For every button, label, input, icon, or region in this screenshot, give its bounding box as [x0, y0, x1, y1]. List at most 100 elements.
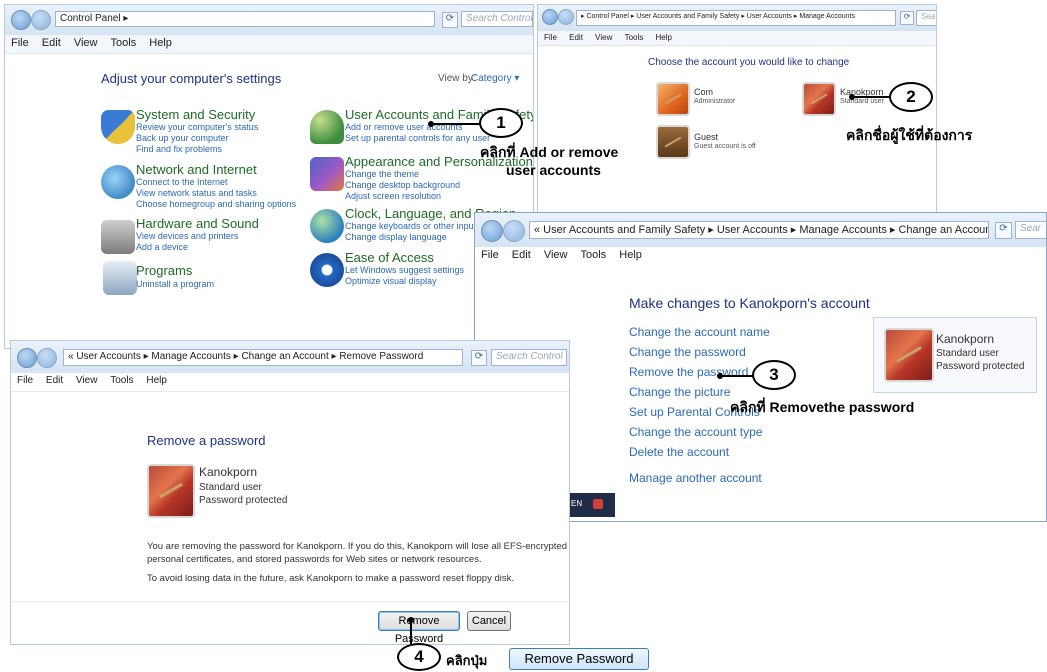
breadcrumb[interactable]: « User Accounts ▸ Manage Accounts ▸ Chan…: [63, 349, 463, 366]
search-input[interactable]: Sea: [916, 10, 936, 26]
link-backup[interactable]: Back up your computer: [136, 133, 229, 143]
address-bar: « User Accounts ▸ Manage Accounts ▸ Chan…: [11, 341, 569, 374]
refresh-icon[interactable]: ⟳: [442, 12, 458, 28]
cancel-button[interactable]: Cancel: [467, 611, 511, 631]
appearance-icon: [310, 157, 344, 191]
link-network-status[interactable]: View network status and tasks: [136, 188, 257, 198]
account-picture: [884, 328, 934, 382]
globe-clock-icon: [310, 209, 344, 243]
users-icon: [310, 110, 344, 144]
link-change-password[interactable]: Change the password: [629, 345, 746, 359]
link-visual-display[interactable]: Optimize visual display: [345, 276, 437, 286]
menu-edit[interactable]: Edit: [42, 37, 61, 49]
link-account-type[interactable]: Change the account type: [629, 425, 762, 439]
menu-tools[interactable]: Tools: [111, 37, 137, 49]
category-programs[interactable]: Programs: [136, 263, 192, 278]
breadcrumb[interactable]: Control Panel ▸: [55, 11, 435, 27]
search-input[interactable]: Search Control Panel: [491, 349, 567, 366]
category-ease-of-access[interactable]: Ease of Access: [345, 250, 434, 265]
page-title: Remove a password: [147, 433, 266, 448]
account-picture: [147, 464, 195, 518]
menu-view[interactable]: View: [544, 249, 568, 261]
menu-help[interactable]: Help: [619, 249, 642, 261]
link-change-picture[interactable]: Change the picture: [629, 385, 730, 399]
breadcrumb[interactable]: ▸ Control Panel ▸ User Accounts and Fami…: [576, 10, 896, 26]
page-title: Make changes to Kanokporn's account: [629, 295, 870, 311]
account-type: Guest account is off: [694, 143, 756, 150]
shield-icon: [101, 110, 135, 144]
language-indicator[interactable]: EN: [571, 499, 582, 508]
search-input[interactable]: Sear: [1015, 221, 1046, 239]
button-separator: [11, 601, 569, 602]
forward-button[interactable]: [37, 348, 57, 368]
link-delete-account[interactable]: Delete the account: [629, 445, 729, 459]
refresh-icon[interactable]: ⟳: [900, 11, 914, 25]
menu-tools[interactable]: Tools: [581, 249, 607, 261]
menu-help[interactable]: Help: [656, 33, 672, 42]
menu-file[interactable]: File: [11, 37, 29, 49]
link-manage-another[interactable]: Manage another account: [629, 471, 762, 485]
refresh-icon[interactable]: ⟳: [995, 222, 1012, 239]
link-resolution[interactable]: Adjust screen resolution: [345, 191, 441, 201]
back-button[interactable]: [17, 348, 37, 368]
warning-text-line3: To avoid losing data in the future, ask …: [147, 573, 515, 584]
ease-of-access-icon: [310, 253, 344, 287]
menu-tools[interactable]: Tools: [625, 33, 644, 42]
menu-help[interactable]: Help: [146, 375, 167, 386]
menu-bar: File Edit View Tools Help: [11, 373, 569, 392]
account-type: Standard user: [199, 482, 262, 493]
forward-button[interactable]: [503, 220, 525, 242]
address-bar: « User Accounts and Family Safety ▸ User…: [475, 213, 1046, 248]
forward-button[interactable]: [31, 10, 51, 30]
callout-2: 2: [889, 82, 933, 112]
callout-4-pointer: [410, 620, 412, 644]
link-suggest-settings[interactable]: Let Windows suggest settings: [345, 265, 464, 275]
menu-file[interactable]: File: [481, 249, 499, 261]
callout-4: 4: [397, 643, 441, 671]
menu-help[interactable]: Help: [149, 37, 172, 49]
link-homegroup[interactable]: Choose homegroup and sharing options: [136, 199, 296, 209]
link-devices[interactable]: View devices and printers: [136, 231, 238, 241]
account-type: Standard user: [840, 98, 884, 105]
link-change-name[interactable]: Change the account name: [629, 325, 770, 339]
printer-icon: [101, 220, 135, 254]
back-button[interactable]: [11, 10, 31, 30]
search-input[interactable]: Search Control Panel: [461, 11, 533, 27]
menu-view[interactable]: View: [76, 375, 98, 386]
viewby-dropdown[interactable]: Category ▾: [471, 73, 519, 84]
category-system-security[interactable]: System and Security: [136, 107, 255, 122]
category-network[interactable]: Network and Internet: [136, 162, 257, 177]
account-name: Com: [694, 87, 714, 97]
remove-password-window: « User Accounts ▸ Manage Accounts ▸ Chan…: [10, 340, 570, 645]
category-hardware[interactable]: Hardware and Sound: [136, 216, 259, 231]
link-uninstall[interactable]: Uninstall a program: [136, 279, 214, 289]
callout-3: 3: [752, 360, 796, 390]
menu-file[interactable]: File: [17, 375, 33, 386]
breadcrumb[interactable]: « User Accounts and Family Safety ▸ User…: [529, 221, 989, 239]
link-display-language[interactable]: Change display language: [345, 232, 447, 242]
menu-file[interactable]: File: [544, 33, 557, 42]
account-name: Kanokporn: [199, 465, 258, 479]
link-change-theme[interactable]: Change the theme: [345, 169, 419, 179]
link-desktop-bg[interactable]: Change desktop background: [345, 180, 460, 190]
menu-view[interactable]: View: [595, 33, 612, 42]
forward-button[interactable]: [558, 9, 574, 25]
link-connect[interactable]: Connect to the Internet: [136, 177, 228, 187]
link-find-fix[interactable]: Find and fix problems: [136, 144, 222, 154]
link-add-device[interactable]: Add a device: [136, 242, 188, 252]
menu-edit[interactable]: Edit: [512, 249, 531, 261]
menu-edit[interactable]: Edit: [569, 33, 583, 42]
menu-edit[interactable]: Edit: [46, 375, 63, 386]
network-icon: [101, 165, 135, 199]
refresh-icon[interactable]: ⟳: [471, 350, 487, 366]
menu-tools[interactable]: Tools: [110, 375, 133, 386]
callout-2-pointer: [852, 96, 892, 98]
remove-password-button[interactable]: Remove Password: [378, 611, 460, 644]
back-button[interactable]: [481, 220, 503, 242]
account-status: Password protected: [199, 495, 288, 506]
menu-view[interactable]: View: [74, 37, 98, 49]
link-review-status[interactable]: Review your computer's status: [136, 122, 258, 132]
warning-text-line2: personal certificates, and stored passwo…: [147, 554, 482, 565]
link-parental-controls[interactable]: Set up parental controls for any user: [345, 133, 490, 143]
back-button[interactable]: [542, 9, 558, 25]
